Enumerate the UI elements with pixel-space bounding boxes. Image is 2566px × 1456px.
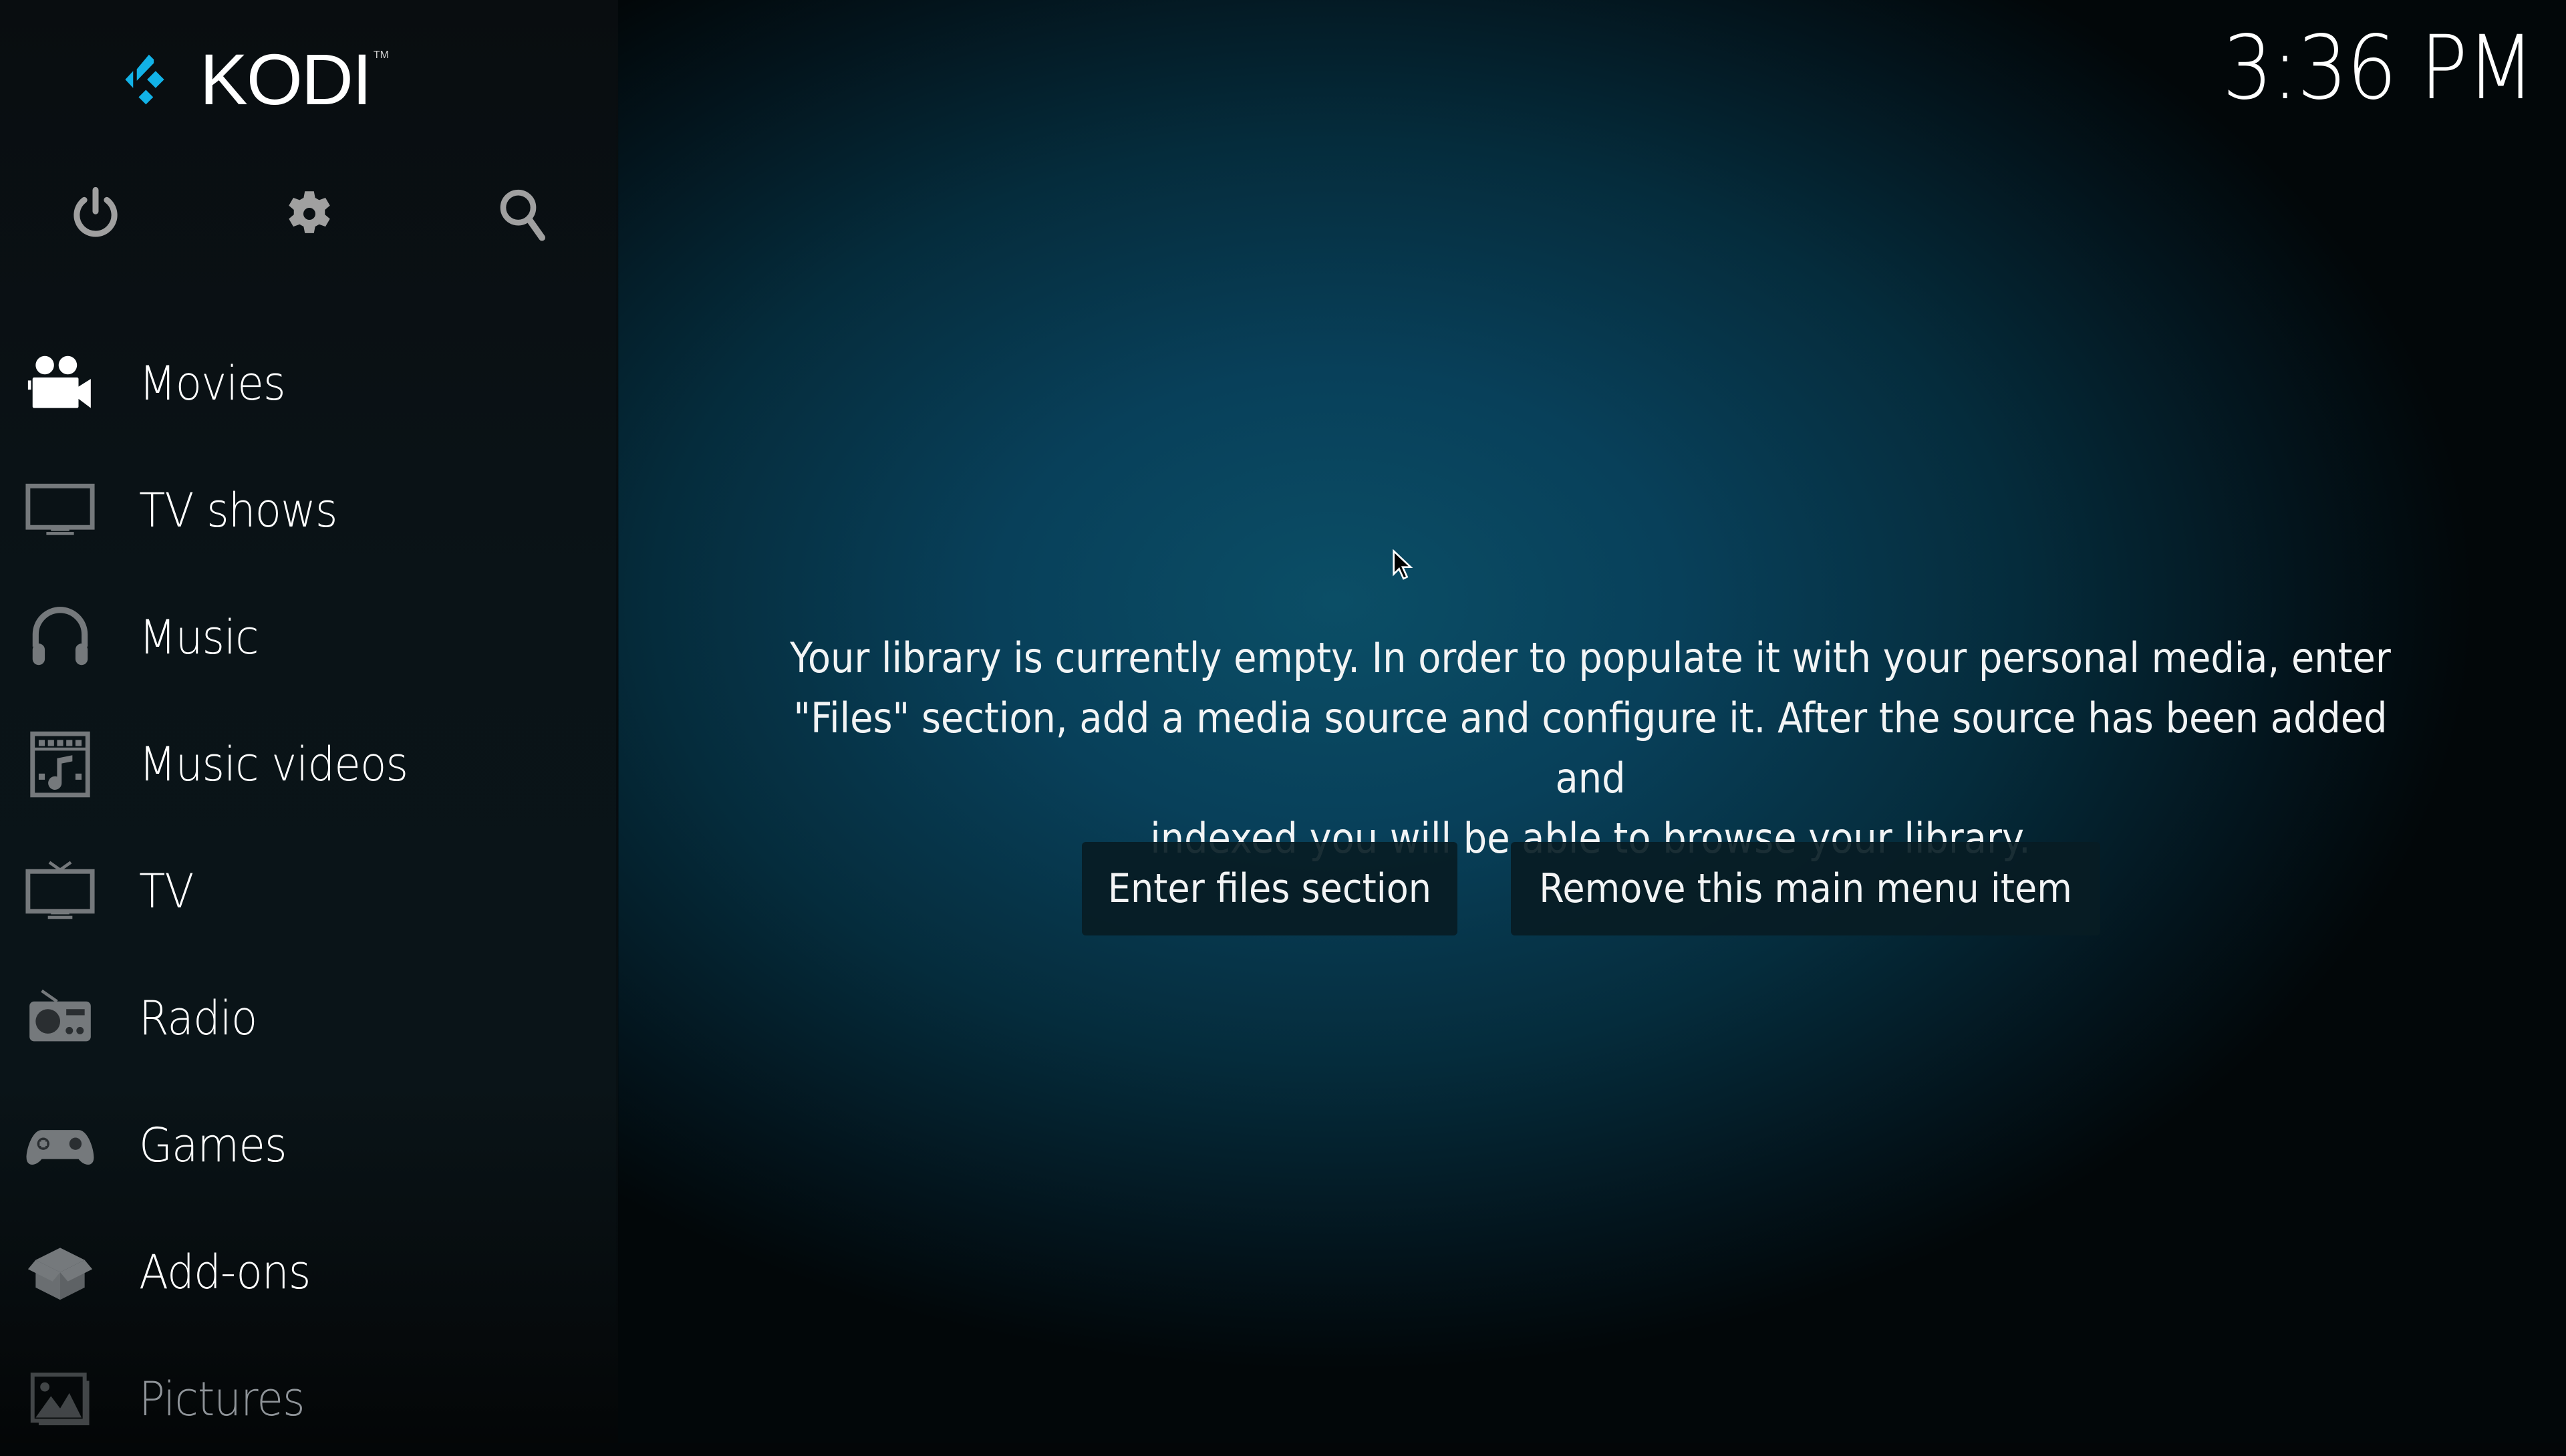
clock: 3:36 PM: [2222, 17, 2535, 120]
radio-icon: [29, 989, 91, 1042]
sidebar-item-music-videos[interactable]: Music videos: [0, 708, 618, 821]
gear-icon: [289, 191, 330, 233]
music-video-icon: [30, 731, 90, 798]
sidebar-item-games[interactable]: Games: [0, 1088, 618, 1202]
sidebar-item-label: Music videos: [139, 737, 408, 792]
tv-antenna-icon: [25, 861, 95, 919]
sidebar-item-label: TV shows: [139, 483, 337, 538]
monitor-icon: [25, 483, 95, 535]
power-icon: [74, 186, 118, 237]
mouse-cursor-icon: [1393, 549, 1413, 580]
empty-library-message: Your library is currently empty. In orde…: [772, 628, 2408, 869]
trademark-symbol: TM: [373, 49, 389, 61]
button-label: Remove this main menu item: [1539, 865, 2072, 912]
sidebar-item-label: Music: [139, 610, 259, 665]
sidebar-item-label: Pictures: [139, 1372, 305, 1427]
search-icon: [500, 189, 545, 241]
sidebar-item-label: TV: [139, 864, 194, 919]
sidebar-item-music[interactable]: Music: [0, 581, 618, 694]
power-button[interactable]: [55, 174, 136, 254]
sidebar-item-label: Add-ons: [139, 1245, 311, 1300]
settings-button[interactable]: [269, 174, 349, 254]
sidebar-item-label: Games: [139, 1118, 287, 1173]
search-button[interactable]: [483, 174, 563, 254]
picture-icon: [30, 1372, 90, 1425]
sidebar-item-label: Radio: [139, 991, 257, 1046]
sidebar-item-movies[interactable]: Movies: [0, 327, 618, 440]
sidebar-item-add-ons[interactable]: Add-ons: [0, 1215, 618, 1329]
sidebar-item-label: Movies: [139, 356, 286, 411]
message-line: Your library is currently empty. In orde…: [790, 633, 2391, 682]
remove-main-menu-item-button[interactable]: Remove this main menu item: [1511, 842, 2100, 935]
kodi-logo-text: KODI: [199, 39, 372, 120]
sidebar-item-radio[interactable]: Radio: [0, 962, 618, 1075]
kodi-logo-icon: [125, 54, 164, 105]
message-line: "Files" section, add a media source and …: [793, 694, 2388, 803]
button-label: Enter files section: [1107, 865, 1432, 912]
enter-files-section-button[interactable]: Enter files section: [1082, 842, 1457, 935]
sidebar-item-tv[interactable]: TV: [0, 835, 618, 948]
movie-camera-icon: [27, 355, 91, 408]
kodi-logo: KODI TM: [122, 40, 389, 119]
gamepad-icon: [26, 1130, 94, 1165]
sidebar-item-tv-shows[interactable]: TV shows: [0, 454, 618, 567]
headphones-icon: [32, 607, 88, 666]
addon-box-icon: [27, 1248, 93, 1300]
sidebar-item-pictures[interactable]: Pictures: [0, 1342, 618, 1456]
